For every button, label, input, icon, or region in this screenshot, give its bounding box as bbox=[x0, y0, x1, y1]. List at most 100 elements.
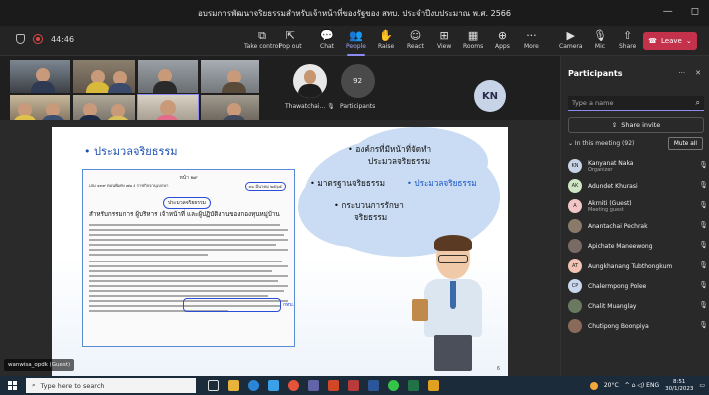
windows-taskbar: ⌕ Type here to search 20°C ^ ⌂ ◁) ENG 8:… bbox=[0, 376, 709, 395]
doc-announcement: ประมวลจริยธรรม bbox=[163, 197, 211, 209]
weather-temp[interactable]: 20°C bbox=[604, 382, 619, 389]
mic-icon[interactable]: 🎙 bbox=[699, 201, 708, 209]
powerpoint-icon[interactable] bbox=[328, 380, 339, 391]
mic-icon[interactable]: 🎙 bbox=[699, 181, 708, 189]
share-button[interactable]: ⇧ Share bbox=[619, 29, 636, 55]
notification-icon[interactable]: ▭ bbox=[699, 382, 705, 389]
pop-out-icon: ⇱ bbox=[285, 29, 295, 42]
excel-icon[interactable] bbox=[408, 380, 419, 391]
take-control-button[interactable]: ⧉ Take control bbox=[244, 29, 280, 55]
doc-page-header: หน้า ๒๙ bbox=[179, 175, 198, 181]
doc-reference: เล่ม ๑๓๙ ตอนพิเศษ ๗๒ ง ราชกิจจานุเบกษา bbox=[89, 183, 169, 188]
video-tile[interactable] bbox=[138, 60, 198, 93]
mic-icon[interactable]: 🎙 bbox=[699, 221, 708, 229]
teams-icon[interactable] bbox=[308, 380, 319, 391]
tray-icons[interactable]: ^ ⌂ ◁) ENG bbox=[625, 382, 659, 389]
more-options-icon[interactable]: ··· bbox=[678, 69, 685, 77]
participant-row[interactable]: CP Chalermpong Polee 🎙 bbox=[568, 276, 708, 296]
shared-screen: • ประมวลจริยธรรม หน้า ๒๙ เล่ม ๑๓๙ ตอนพิเ… bbox=[0, 120, 560, 380]
search-icon: ⌕ bbox=[32, 381, 36, 389]
participant-row[interactable]: A Akrniti (Guest) Meeting guest 🎙 bbox=[568, 196, 708, 216]
react-button[interactable]: ☺ React bbox=[407, 29, 424, 55]
edge-icon[interactable] bbox=[248, 380, 259, 391]
video-tile[interactable] bbox=[10, 60, 70, 93]
line-icon[interactable] bbox=[388, 380, 399, 391]
start-button[interactable] bbox=[4, 376, 20, 395]
camera-button[interactable]: ▶ Camera bbox=[559, 29, 583, 55]
app-icon[interactable] bbox=[428, 380, 439, 391]
taskbar-search-input[interactable]: ⌕ Type here to search bbox=[26, 378, 196, 393]
participant-row[interactable]: Chutipong Boonpiya 🎙 bbox=[568, 316, 708, 336]
participant-row[interactable]: AT Aungkhanang Tubthongkum 🎙 bbox=[568, 256, 708, 276]
participant-name: Apichate Maneewong bbox=[588, 242, 653, 250]
speaker-tile[interactable]: Thawatchai... 🎙 bbox=[285, 64, 335, 110]
mic-icon[interactable]: 🎙 bbox=[699, 261, 708, 269]
word-icon[interactable] bbox=[368, 380, 379, 391]
kn-tile[interactable]: KN bbox=[474, 80, 506, 112]
share-label: Share bbox=[619, 43, 637, 50]
more-icon: ··· bbox=[526, 29, 537, 42]
participant-row[interactable]: KN Kanyanat Naka Organizer 🎙 bbox=[568, 156, 708, 176]
in-meeting-header[interactable]: ⌄ In this meeting (92) bbox=[568, 140, 634, 147]
weather-icon[interactable] bbox=[589, 381, 598, 390]
participants-count-tile[interactable]: 92 Participants bbox=[340, 64, 375, 110]
participant-row[interactable]: Anantachai Pechrak 🎙 bbox=[568, 216, 708, 236]
mute-all-button[interactable]: Mute all bbox=[667, 137, 703, 150]
phone-icon: ☎ bbox=[648, 37, 658, 45]
participant-list: KN Kanyanat Naka Organizer 🎙 AK Adundet Khura… bbox=[568, 156, 708, 336]
participant-row[interactable]: Apichate Maneewong 🎙 bbox=[568, 236, 708, 256]
mic-button[interactable]: 🎙 Mic bbox=[593, 29, 607, 55]
doc-subject: สำหรับกรรมการ ผู้บริหาร เจ้าหน้าที่ และผ… bbox=[89, 211, 280, 218]
file-explorer-icon[interactable] bbox=[228, 380, 239, 391]
bullet-code: • ประมวลจริยธรรม bbox=[407, 178, 477, 188]
mic-icon[interactable]: 🎙 bbox=[699, 161, 708, 169]
share-invite-label: Share invite bbox=[621, 121, 661, 129]
participant-name: Chutipong Boonpiya bbox=[588, 322, 649, 330]
mic-icon[interactable]: 🎙 bbox=[699, 301, 708, 309]
mic-icon[interactable]: 🎙 bbox=[699, 321, 708, 329]
restore-icon[interactable]: ◻ bbox=[691, 6, 699, 17]
raise-hand-button[interactable]: ✋ Raise bbox=[378, 29, 394, 55]
mic-icon[interactable]: 🎙 bbox=[699, 241, 708, 249]
pop-out-button[interactable]: ⇱ Pop out bbox=[279, 29, 302, 55]
chat-button[interactable]: 💬 Chat bbox=[320, 29, 334, 55]
view-button[interactable]: ⊞ View bbox=[437, 29, 451, 55]
meeting-toolbar: 44:46 ⧉ Take control ⇱ Pop out 💬 Chat 👥 … bbox=[0, 26, 709, 56]
rooms-button[interactable]: ▦ Rooms bbox=[463, 29, 483, 55]
leave-button[interactable]: ☎ Leave ⌄ bbox=[643, 32, 697, 50]
leave-label: Leave bbox=[661, 37, 682, 45]
task-view-icon[interactable] bbox=[208, 380, 219, 391]
participant-search-input[interactable]: Type a name ⌕ bbox=[568, 96, 704, 111]
people-label: People bbox=[346, 43, 366, 50]
participant-name: Anantachai Pechrak bbox=[588, 222, 648, 230]
participant-avatar: AT bbox=[568, 259, 582, 273]
meeting-status: 44:46 bbox=[16, 34, 74, 44]
participant-avatar bbox=[568, 299, 582, 313]
participant-avatar bbox=[568, 319, 582, 333]
people-button[interactable]: 👥 People bbox=[346, 29, 366, 56]
more-button[interactable]: ··· More bbox=[524, 29, 539, 55]
chrome-icon[interactable] bbox=[288, 380, 299, 391]
participant-info: Akrniti (Guest) Meeting guest bbox=[588, 200, 632, 213]
teams-window: อบรมการพัฒนาจริยธรรมสำหรับเจ้าหน้าที่ของ… bbox=[0, 0, 709, 395]
participant-info: Adundet Khurasi bbox=[588, 183, 638, 190]
chevron-down-icon[interactable]: ⌄ bbox=[686, 37, 692, 45]
participant-row[interactable]: AK Adundet Khurasi 🎙 bbox=[568, 176, 708, 196]
windows-logo-icon bbox=[7, 381, 17, 390]
video-tile[interactable] bbox=[201, 60, 259, 93]
share-invite-button[interactable]: ⇪ Share invite bbox=[568, 117, 704, 133]
participant-row[interactable]: Chalit Muanglay 🎙 bbox=[568, 296, 708, 316]
acrobat-icon[interactable] bbox=[348, 380, 359, 391]
minimize-icon[interactable]: — bbox=[663, 6, 673, 17]
clock-date: 30/1/2023 bbox=[665, 385, 694, 392]
video-tile[interactable] bbox=[73, 60, 135, 93]
store-icon[interactable] bbox=[268, 380, 279, 391]
taskbar-clock[interactable]: 8:51 30/1/2023 bbox=[665, 379, 693, 393]
apps-button[interactable]: ⊕ Apps bbox=[495, 29, 510, 55]
doc-date: ๓๐ มีนาคม ๒๕๖๕ bbox=[244, 182, 286, 191]
mic-icon[interactable]: 🎙 bbox=[699, 281, 708, 289]
participant-info: Chalermpong Polee bbox=[588, 283, 646, 290]
participant-info: Chalit Muanglay bbox=[588, 303, 636, 310]
participant-avatar: A bbox=[568, 199, 582, 213]
close-icon[interactable]: ✕ bbox=[695, 69, 701, 77]
